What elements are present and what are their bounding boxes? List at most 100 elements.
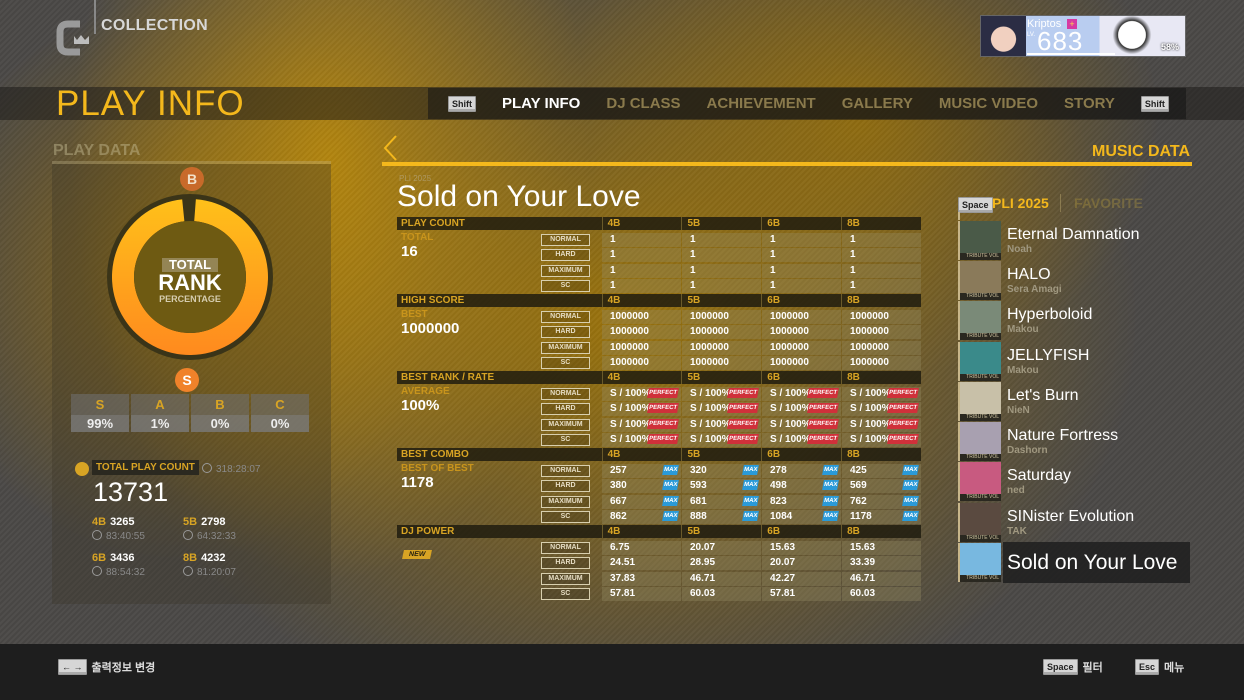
column-header: 4B — [601, 371, 682, 384]
list-item[interactable]: Let's BurnNieN — [958, 381, 1190, 421]
table-cell: 1000000 — [762, 356, 841, 371]
footer-change-info[interactable]: ← → 출력정보 변경 — [58, 659, 155, 675]
section-title: BEST COMBO — [401, 449, 469, 460]
song-list[interactable]: Eternal DamnationNoahHALOSera AmagiHyper… — [958, 212, 1190, 587]
column-header: 8B — [841, 525, 921, 538]
cell-value: S / 100% — [690, 434, 731, 446]
mode-count: 3265 — [110, 516, 135, 528]
mode-key: 5B — [183, 516, 198, 528]
tab-pli-2025[interactable]: PLI 2025 — [992, 195, 1049, 211]
list-item[interactable]: Nature FortressDashorn — [958, 421, 1190, 462]
table-cell: S / 100% PERFECT — [762, 417, 841, 432]
perfect-badge-icon: PERFECT — [647, 387, 679, 398]
shift-left-key[interactable]: Shift — [448, 95, 476, 112]
table-cell: 20.07 — [682, 540, 761, 555]
perfect-badge-icon: PERFECT — [647, 403, 679, 414]
grade-distribution: S 99% A 1% B 0% C 0% — [71, 394, 309, 432]
section-sub-label: TOTAL — [401, 232, 434, 243]
list-item[interactable]: SINister EvolutionTAK — [958, 502, 1190, 542]
cell-value: S / 100% — [850, 387, 891, 399]
profile-card[interactable]: Kriptos + LV. 683 58% — [980, 15, 1186, 57]
table-cell: 425 MAX — [842, 463, 921, 478]
new-badge: NEW — [402, 550, 433, 559]
table-cell: S / 100% PERFECT — [842, 402, 921, 417]
grade-value: 1% — [131, 415, 189, 432]
cell-value: 498 — [770, 480, 787, 492]
difficulty-label: SC — [541, 434, 590, 447]
mode-count: 2798 — [201, 516, 226, 528]
cell-value: S / 100% — [770, 418, 811, 430]
space-key[interactable]: Space — [958, 197, 993, 213]
tab-music-video[interactable]: MUSIC VIDEO — [939, 95, 1038, 112]
table-cell: 60.03 — [842, 587, 921, 602]
cell-value: 1 — [850, 249, 856, 261]
mode-key: 6B — [92, 552, 107, 564]
song-title: Let's Burn — [1007, 386, 1079, 404]
list-item[interactable]: HALOSera Amagi — [958, 260, 1190, 300]
table-cell: 1000000 — [762, 309, 841, 324]
tab-story[interactable]: STORY — [1064, 95, 1115, 112]
avatar — [981, 16, 1026, 56]
max-combo-badge-icon: MAX — [661, 480, 679, 491]
table-cell: 762 MAX — [842, 494, 921, 509]
section-body: BEST OF BEST 1178 NORMAL 257 MAX 320 MAX 278 MAX… — [397, 461, 921, 525]
table-cell: 667 MAX — [602, 494, 681, 509]
cell-value: 33.39 — [850, 557, 876, 569]
column-header: 4B — [601, 525, 682, 538]
perfect-badge-icon: PERFECT — [727, 434, 759, 445]
difficulty-label: NORMAL — [541, 310, 590, 323]
tab-dj-class[interactable]: DJ CLASS — [606, 95, 680, 112]
cell-value: 60.03 — [850, 588, 876, 600]
table-cell: 320 MAX — [682, 463, 761, 478]
music-data-underline — [382, 162, 1192, 166]
column-header: 8B — [841, 448, 921, 461]
song-title: Eternal Damnation — [1007, 225, 1140, 243]
music-data-label: MUSIC DATA — [1092, 143, 1191, 160]
difficulty-label: MAXIMUM — [541, 418, 590, 431]
table-row: MAXIMUM 1 1 1 1 — [541, 263, 922, 279]
footer-menu[interactable]: Esc 메뉴 — [1135, 659, 1184, 675]
footer-filter[interactable]: Space 필터 — [1043, 659, 1103, 675]
tab-play-info[interactable]: PLAY INFO — [502, 95, 580, 112]
section-body: AVERAGE 100% NORMAL S / 100% PERFECT S / 100%… — [397, 384, 921, 448]
cell-value: 46.71 — [850, 572, 876, 584]
tab-favorite[interactable]: FAVORITE — [1074, 195, 1143, 211]
column-header: 6B — [761, 448, 841, 461]
table-cell: 278 MAX — [762, 463, 841, 478]
table-row: SC 1 1 1 1 — [541, 279, 922, 295]
list-item[interactable]: JELLYFISHMakou — [958, 341, 1190, 381]
level-progress-bar — [1027, 53, 1115, 55]
cell-value: 257 — [610, 464, 627, 476]
cell-value: 1 — [690, 233, 696, 245]
column-header: 6B — [761, 294, 841, 307]
table-cell: 1 — [842, 232, 921, 247]
difficulty-label: NORMAL — [541, 233, 590, 246]
clock-icon — [92, 566, 102, 576]
mode-count: 3436 — [110, 552, 135, 564]
section-value: 1178 — [401, 474, 434, 491]
section-header: BEST COMBO 4B 5B 6B 8B — [397, 448, 921, 461]
cell-value: 1000000 — [610, 326, 649, 338]
list-item[interactable]: Eternal DamnationNoah — [958, 220, 1190, 260]
clock-icon — [183, 566, 193, 576]
perfect-badge-icon: PERFECT — [647, 434, 679, 445]
difficulty-label: MAXIMUM — [541, 495, 590, 508]
table-cell: 1 — [602, 263, 681, 278]
cell-value: 24.51 — [610, 557, 636, 569]
cell-value: 1000000 — [850, 341, 889, 353]
shift-right-key[interactable]: Shift — [1140, 95, 1169, 112]
list-item[interactable]: Saturdayned — [958, 462, 1190, 502]
page-title: PLAY INFO — [56, 84, 245, 123]
collection-label: COLLECTION — [101, 17, 208, 34]
list-item-selected[interactable]: Sold on Your Love — [958, 542, 1190, 583]
mode-stat-6b: 6B 3436 88:54:32 — [92, 552, 145, 578]
cell-value: 1 — [690, 280, 696, 292]
footer-change-info-label: 출력정보 변경 — [91, 662, 156, 674]
list-item[interactable]: HyperboloidMakou — [958, 301, 1190, 341]
tab-gallery[interactable]: GALLERY — [842, 95, 913, 112]
column-header: 5B — [681, 371, 761, 384]
back-chevron-icon[interactable] — [381, 134, 401, 162]
table-cell: 24.51 — [602, 556, 681, 571]
table-cell: S / 100% PERFECT — [602, 402, 681, 417]
tab-achievement[interactable]: ACHIEVEMENT — [707, 95, 816, 112]
